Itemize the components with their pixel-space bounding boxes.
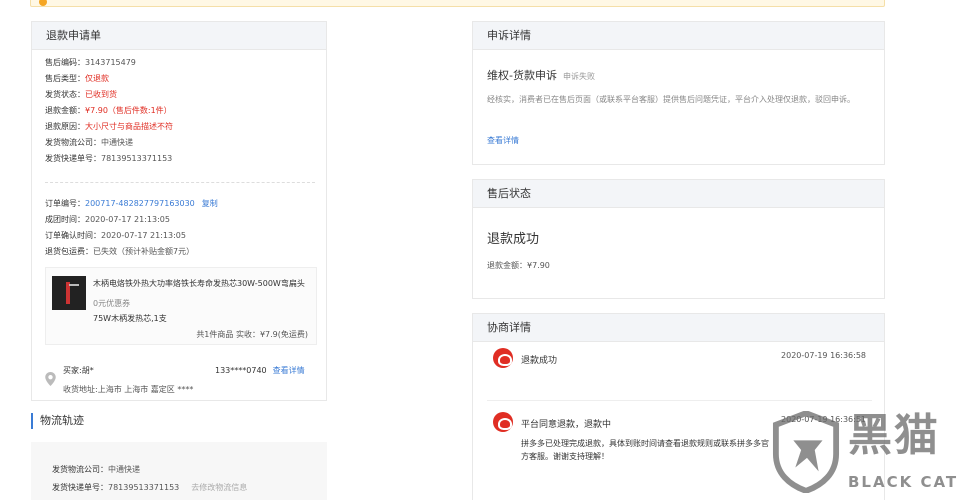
aftersale-no: 3143715479 [85, 58, 136, 67]
carrier-row: 发货物流公司：中通快递 [45, 138, 133, 147]
package-status: 已失效（预计补贴金额7元） [93, 247, 195, 256]
refund-reason: 大小尺寸与商品描述不符 [85, 122, 173, 131]
negotiation-title: 平台同意退款，退款中 [521, 420, 612, 430]
black-cat-watermark: 黑猫 BLACK CAT [770, 405, 957, 500]
product-summary: 共1件商品 实收：¥7.9(免运费) [196, 330, 308, 339]
carrier: 中通快递 [101, 138, 133, 147]
logistics-box: 发货物流公司：中通快递 发货快递单号：78139513371153 去修改物流信息 [31, 442, 327, 500]
aftersale-type: 仅退款 [85, 74, 109, 83]
appeal-title-row: 维权-货款申诉 申诉失败 [487, 67, 595, 83]
logistics-tracking: 78139513371153 [108, 483, 180, 492]
copy-button[interactable]: 复制 [202, 199, 218, 208]
aftersale-no-row: 售后编码：3143715479 [45, 58, 136, 67]
ship-status-row: 发货状态：已收到货 [45, 90, 117, 99]
panel-title: 协商详情 [473, 314, 884, 342]
warning-icon [39, 0, 47, 6]
appeal-status: 申诉失败 [562, 72, 595, 81]
negotiation-item: 退款成功 2020-07-19 16:36:58 [487, 348, 872, 388]
panel-title: 售后状态 [473, 180, 884, 208]
confirm-time: 2020-07-17 21:13:05 [101, 231, 186, 240]
product-thumbnail[interactable] [52, 276, 86, 310]
location-pin-icon [45, 372, 56, 386]
buyer-phone: 133****0740 [215, 366, 267, 375]
package-row: 退货包运费：已失效（预计补贴金额7元） [45, 247, 195, 256]
product-coupon: 0元优惠券 [93, 299, 131, 308]
buyer-name: 买家:胡* [63, 366, 94, 375]
confirm-time-row: 订单确认时间：2020-07-17 21:13:05 [45, 231, 186, 240]
buyer-address: 收货地址:上海市 上海市 嘉定区 **** [63, 385, 194, 394]
divider [45, 182, 315, 183]
product-spec: 75W木柄发热芯,1支 [93, 314, 167, 323]
aftersale-refund-amount: 退款金额：¥7.90 [487, 261, 550, 270]
negotiation-title: 退款成功 [521, 356, 558, 366]
appeal-view-details-link[interactable]: 查看详情 [487, 135, 519, 146]
refund-amount-row: 退款金额：¥7.90（售后件数:1件） [45, 106, 172, 115]
watermark-cn-text: 黑猫 [848, 410, 940, 461]
appeal-title: 维权-货款申诉 [487, 69, 557, 82]
appeal-details-panel: 申诉详情 维权-货款申诉 申诉失败 经核实，消费者已在售后页面（或联系平台客服）提… [472, 21, 885, 165]
buyer-phone-row: 133****0740 查看详情 [215, 365, 305, 376]
notice-bar [30, 0, 885, 7]
negotiation-time: 2020-07-19 16:36:58 [781, 351, 866, 360]
tracking-row: 发货快递单号：78139513371153 [45, 154, 173, 163]
order-no-row: 订单编号：200717-482827797163030 复制 [45, 199, 218, 208]
appeal-description: 经核实，消费者已在售后页面（或联系平台客服）提供售后问题凭证，平台介入处理仅退款… [487, 95, 855, 104]
black-cat-logo-icon [772, 411, 840, 493]
refund-reason-row: 退款原因：大小尺寸与商品描述不符 [45, 122, 173, 131]
ship-status: 已收到货 [85, 90, 117, 99]
product-card[interactable]: 木柄电烙铁外热大功率烙铁长寿命发热芯30W-500W弯扁头 0元优惠券 75W木… [45, 267, 317, 345]
edit-logistics-link[interactable]: 去修改物流信息 [191, 483, 247, 492]
buyer-info: 买家:胡* 133****0740 查看详情 收货地址:上海市 上海市 嘉定区 *… [45, 362, 317, 396]
logistics-carrier: 中通快递 [108, 465, 140, 474]
divider [487, 400, 872, 401]
tracking-number: 78139513371153 [101, 154, 173, 163]
refund-application-panel: 退款申请单 售后编码：3143715479 售后类型：仅退款 发货状态：已收到货… [31, 21, 327, 401]
panel-title: 退款申请单 [32, 22, 326, 50]
order-no[interactable]: 200717-482827797163030 [85, 199, 195, 208]
aftersale-status: 退款成功 [487, 232, 540, 247]
aftersale-type-row: 售后类型：仅退款 [45, 74, 109, 83]
pinduoduo-logo-icon [493, 348, 513, 368]
logistics-title: 物流轨迹 [31, 413, 84, 429]
logistics-carrier-row: 发货物流公司：中通快递 [52, 465, 140, 474]
watermark-en-text: BLACK CAT [848, 473, 957, 491]
negotiation-message: 拼多多已处理完成退款，具体到账时间请查看退款规则或联系拼多多官方客服。谢谢支持理… [521, 439, 769, 461]
logistics-tracking-row: 发货快递单号：78139513371153 去修改物流信息 [52, 483, 248, 492]
view-details-link[interactable]: 查看详情 [273, 366, 305, 375]
aftersale-status-panel: 售后状态 退款成功 退款金额：¥7.90 [472, 179, 885, 299]
deal-time: 2020-07-17 21:13:05 [85, 215, 170, 224]
pinduoduo-logo-icon [493, 412, 513, 432]
product-name[interactable]: 木柄电烙铁外热大功率烙铁长寿命发热芯30W-500W弯扁头 [93, 278, 315, 289]
deal-time-row: 成团时间：2020-07-17 21:13:05 [45, 215, 170, 224]
panel-title: 申诉详情 [473, 22, 884, 50]
refund-amount: ¥7.90（售后件数:1件） [85, 106, 172, 115]
